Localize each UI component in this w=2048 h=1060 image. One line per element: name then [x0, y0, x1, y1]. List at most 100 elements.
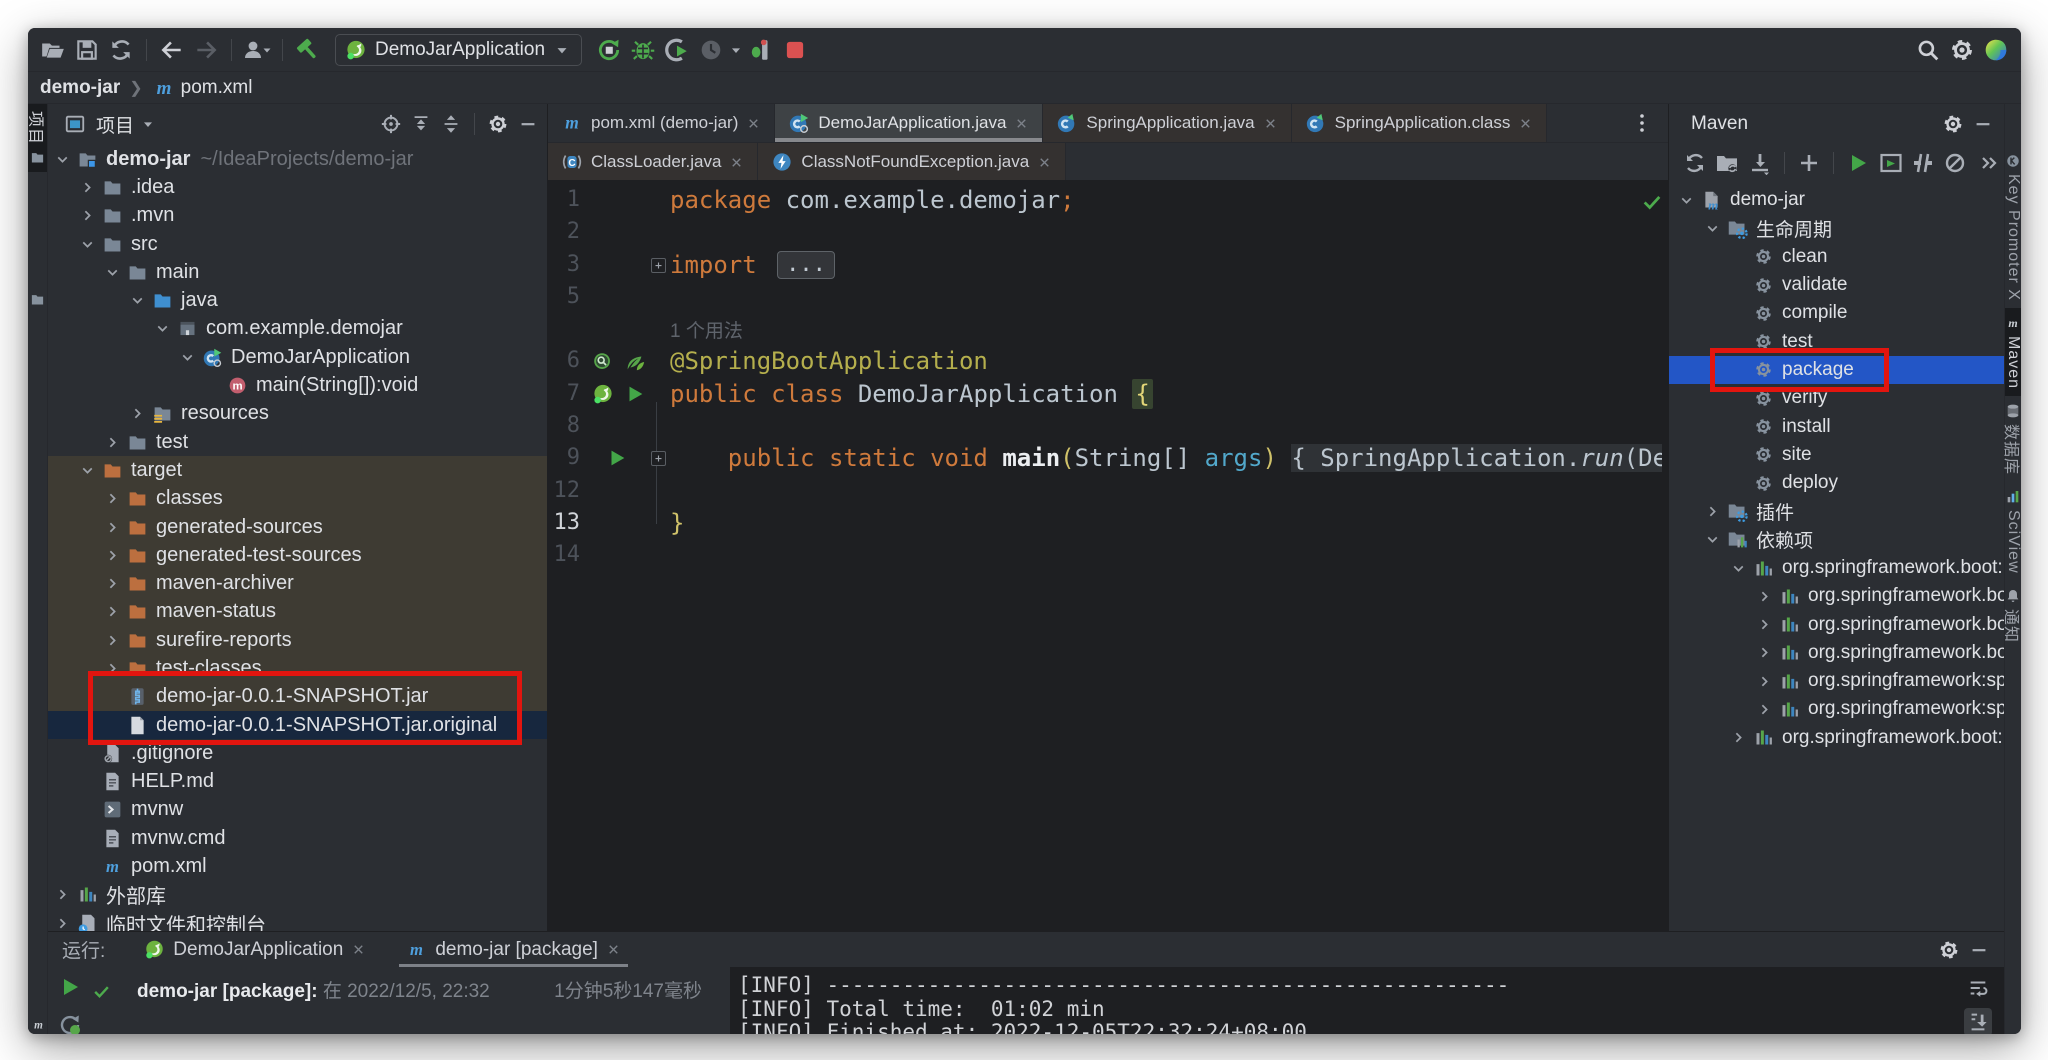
fold-marker-icon[interactable] — [651, 258, 666, 273]
project-tree-row[interactable]: HELP.md — [48, 768, 547, 796]
chevron-right-icon[interactable] — [126, 403, 148, 425]
project-tree-row[interactable]: test — [48, 428, 547, 456]
bean-magnifier-gutter-icon[interactable] — [592, 351, 614, 373]
maven-tree-row[interactable]: org.springframework.bo — [1669, 610, 2004, 638]
inspections-ok-icon[interactable] — [1641, 191, 1663, 213]
chevron-right-icon[interactable] — [1753, 585, 1775, 607]
chevron-down-icon[interactable] — [151, 318, 173, 340]
project-tree-row[interactable]: java — [48, 286, 547, 314]
chevron-down-icon[interactable] — [126, 290, 148, 312]
project-tree-row[interactable]: classes — [48, 485, 547, 513]
project-tree-row[interactable]: generated-sources — [48, 513, 547, 541]
minimize-icon[interactable] — [513, 109, 543, 139]
editor-tab[interactable]: SpringApplication.java — [1043, 104, 1291, 142]
maven-tree-row[interactable]: org.springframework:sp — [1669, 695, 2004, 723]
project-tree-row[interactable]: maven-status — [48, 598, 547, 626]
maven-tree-row[interactable]: demo-jar — [1669, 186, 2004, 214]
run-tab[interactable]: demo-jar [package] — [393, 932, 634, 967]
save-icon[interactable] — [70, 33, 104, 67]
download-icon[interactable] — [1744, 148, 1776, 178]
maven-tree-row[interactable]: 依赖项 — [1669, 526, 2004, 554]
project-tree-row[interactable]: DemoJarApplication — [48, 343, 547, 371]
chevron-right-icon[interactable] — [1753, 698, 1775, 720]
chevron-right-icon[interactable] — [1727, 727, 1749, 749]
project-tree-row[interactable]: demo-jar~/IdeaProjects/demo-jar — [48, 145, 547, 173]
maven-tree-row[interactable]: org.springframework.bo — [1669, 582, 2004, 610]
sync-icon[interactable] — [1679, 148, 1711, 178]
back-arrow-icon[interactable] — [155, 33, 189, 67]
project-tree-row[interactable]: demo-jar-0.0.1-SNAPSHOT.jar — [48, 683, 547, 711]
search-icon[interactable] — [1911, 33, 1945, 67]
maven-tree-row[interactable]: org.springframework:sp — [1669, 667, 2004, 695]
stripe-button-project[interactable]: 项目 — [28, 104, 47, 172]
chevron-down-icon[interactable] — [1675, 189, 1697, 211]
chevron-right-icon[interactable] — [101, 573, 123, 595]
offline-icon[interactable] — [1939, 148, 1971, 178]
open-folder-icon[interactable] — [36, 33, 70, 67]
rerun-icon[interactable] — [592, 33, 626, 67]
run-play-gutter-icon[interactable] — [606, 447, 628, 469]
project-tree-row[interactable]: demo-jar-0.0.1-SNAPSHOT.jar.original — [48, 711, 547, 739]
maven-tree-row[interactable]: org.springframework.boot: — [1669, 724, 2004, 752]
project-tree-row[interactable]: main(String[]):void — [48, 371, 547, 399]
stripe-button-sciview[interactable]: SciView — [2005, 482, 2021, 581]
plus-icon[interactable] — [1793, 148, 1825, 178]
project-tree-row[interactable]: com.example.demojar — [48, 315, 547, 343]
close-tab-icon[interactable] — [1014, 116, 1029, 131]
chevron-right-icon[interactable] — [101, 544, 123, 566]
spring-leaves-gutter-icon[interactable] — [624, 351, 646, 373]
chevron-down-icon[interactable] — [76, 233, 98, 255]
maven-tree-row[interactable]: org.springframework.bo — [1669, 639, 2004, 667]
maven-tree-row[interactable]: site — [1669, 441, 2004, 469]
chevron-right-icon[interactable] — [1753, 614, 1775, 636]
profiler-icon[interactable] — [694, 33, 728, 67]
editor-tab[interactable]: pom.xml (demo-jar) — [548, 104, 775, 142]
close-tab-icon[interactable] — [351, 942, 366, 957]
locate-icon[interactable] — [376, 109, 406, 139]
project-tree-row[interactable]: target — [48, 456, 547, 484]
project-tree-row[interactable]: generated-test-sources — [48, 541, 547, 569]
chevron-right-icon[interactable] — [1701, 500, 1723, 522]
run-configuration-select[interactable]: DemoJarApplication — [335, 34, 582, 66]
editor-tab[interactable]: SpringApplication.class — [1292, 104, 1548, 142]
stop-icon[interactable] — [778, 33, 812, 67]
chevron-down-icon[interactable] — [1701, 217, 1723, 239]
project-tree-row[interactable]: test-classes — [48, 654, 547, 682]
chevron-right-icon[interactable] — [76, 176, 98, 198]
run-play-gutter-icon[interactable] — [624, 383, 646, 405]
scroll-to-end-icon[interactable] — [1964, 1008, 1992, 1034]
rerun-run-icon[interactable] — [58, 975, 82, 999]
chevron-down-icon[interactable] — [1727, 557, 1749, 579]
chevron-right-icon[interactable] — [101, 601, 123, 623]
plugin-logo-icon[interactable] — [1979, 33, 2013, 67]
project-tree-row[interactable]: mvnw — [48, 796, 547, 824]
close-tab-icon[interactable] — [729, 155, 744, 170]
chevron-down-icon[interactable] — [1701, 529, 1723, 551]
chevron-right-icon[interactable] — [101, 431, 123, 453]
chevron-right-icon[interactable] — [51, 884, 73, 906]
close-tab-icon[interactable] — [746, 116, 761, 131]
settings-gear-icon[interactable] — [1938, 109, 1968, 139]
user-icon[interactable] — [240, 33, 274, 67]
maven-tree-row[interactable]: compile — [1669, 299, 2004, 327]
code-editor[interactable]: 12356789121314 package com.example.demoj… — [548, 180, 1668, 931]
folded-imports[interactable]: ... — [777, 251, 835, 279]
editor-tab[interactable]: DemoJarApplication.java — [775, 104, 1043, 142]
chevron-right-icon[interactable] — [101, 657, 123, 679]
maven-tree-row[interactable]: deploy — [1669, 469, 2004, 497]
minimize-icon[interactable] — [1968, 109, 1998, 139]
sync-folder-icon[interactable] — [1711, 148, 1743, 178]
maven-tree-row[interactable]: clean — [1669, 243, 2004, 271]
debug-icon[interactable] — [626, 33, 660, 67]
run-console[interactable]: [INFO] ---------------------------------… — [730, 967, 2004, 1034]
expand-all-icon[interactable] — [406, 109, 436, 139]
settings-gear-icon[interactable] — [1945, 33, 1979, 67]
skip-tests-icon[interactable] — [1907, 148, 1939, 178]
spring-boot-gutter-icon[interactable] — [592, 383, 614, 405]
maven-tree-row[interactable]: org.springframework.boot: — [1669, 554, 2004, 582]
sync-icon[interactable] — [104, 33, 138, 67]
stripe-button--[interactable]: 数据库 — [2005, 396, 2021, 482]
stripe-button-maven[interactable]: Maven — [2005, 308, 2021, 396]
project-tree-row[interactable]: 临时文件和控制台 — [48, 909, 547, 931]
chevron-right-icon[interactable] — [51, 912, 73, 931]
